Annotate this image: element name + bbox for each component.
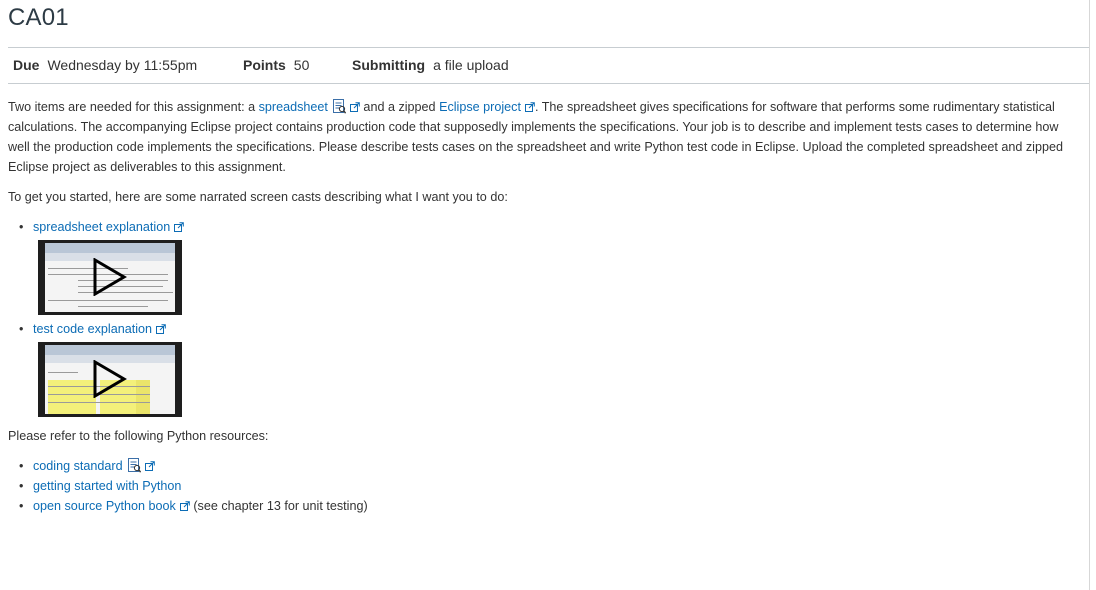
submitting-value: a file upload [433,57,509,73]
python-book-link[interactable]: open source Python book [33,499,176,513]
assignment-description: Two items are needed for this assignment… [8,97,1083,516]
list-item: • coding standard [8,456,1083,476]
list-item: • getting started with Python [8,476,1083,496]
list-item: • test code explanation [8,319,1083,417]
submitting-detail: Submitting a file upload [352,57,509,73]
resources-list: • coding standard • getting started with… [8,456,1083,516]
screencast-list: • spreadsheet explanation • test code ex… [8,217,1083,417]
bullet: • [19,322,24,336]
intro-text-1: Two items are needed for this assignment… [8,100,259,114]
play-icon[interactable] [93,360,127,398]
due-label: Due [13,57,40,73]
python-book-note: (see chapter 13 for unit testing) [189,499,368,513]
getting-started-python-link[interactable]: getting started with Python [33,479,181,493]
test-code-explanation-link[interactable]: test code explanation [33,322,152,336]
due-value: Wednesday by 11:55pm [47,57,198,73]
coding-standard-link[interactable]: coding standard [33,459,123,473]
external-link-icon[interactable] [174,222,185,232]
screencasts-intro: To get you started, here are some narrat… [8,190,508,204]
bullet: • [19,499,24,513]
bullet: • [19,459,24,473]
resources-intro: Please refer to the following Python res… [8,429,269,443]
intro-text-2: and a zipped [359,100,440,114]
list-item: • spreadsheet explanation [8,217,1083,315]
points-label: Points [243,57,286,73]
bullet: • [19,220,24,234]
document-preview-icon[interactable] [332,99,346,114]
submitting-label: Submitting [352,57,426,73]
external-link-icon[interactable] [349,102,360,112]
spreadsheet-video-thumbnail[interactable] [38,240,182,315]
external-link-icon[interactable] [144,461,155,471]
test-code-video-thumbnail[interactable] [38,342,182,417]
bullet: • [19,479,24,493]
external-link-icon[interactable] [179,501,190,511]
intro-paragraph: Two items are needed for this assignment… [8,97,1083,177]
points-detail: Points 50 [243,57,309,73]
spreadsheet-link[interactable]: spreadsheet [259,100,328,114]
due-detail: Due Wednesday by 11:55pm [13,57,197,73]
assignment-title: CA01 [8,4,69,31]
points-value: 50 [293,57,310,73]
document-preview-icon[interactable] [127,458,141,473]
eclipse-project-link[interactable]: Eclipse project [439,100,521,114]
external-link-icon[interactable] [156,324,166,334]
spreadsheet-explanation-link[interactable]: spreadsheet explanation [33,220,170,234]
list-item: • open source Python book (see chapter 1… [8,496,1083,516]
page-right-border [1089,0,1090,590]
assignment-details: Due Wednesday by 11:55pm Points 50 Submitt… [8,47,1089,84]
play-icon[interactable] [93,258,127,296]
external-link-icon[interactable] [524,102,535,112]
